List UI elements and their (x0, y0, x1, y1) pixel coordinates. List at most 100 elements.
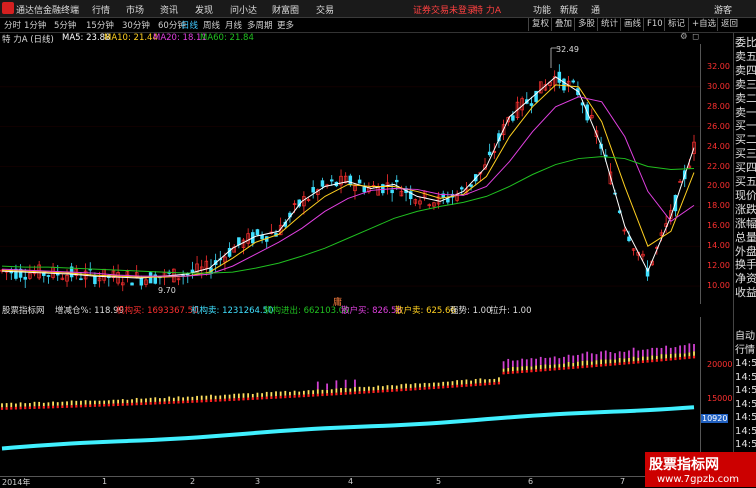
ma20-value: MA20: 18.11 (153, 33, 207, 43)
side-panel-field: 外盘 (735, 244, 756, 258)
indicator-sanhu-buy: 散户买: 826.58 (341, 306, 402, 316)
current-stock: 特 力A (474, 6, 502, 16)
period-monthly[interactable]: 月线 (225, 19, 242, 31)
menu-tong[interactable]: 通 (591, 3, 600, 16)
indicator-cyan-line (1, 405, 695, 451)
ma-line-ma20 (1, 96, 695, 277)
candle-body (23, 276, 27, 280)
period-weekly[interactable]: 周线 (203, 19, 220, 31)
candle-body (255, 229, 260, 236)
time-label-m1: 1 (102, 477, 108, 486)
indicator-qiangshi: 强势: 1.00 (450, 306, 492, 316)
time-label-m7: 7 (620, 477, 626, 486)
indicator-sanhu-sell: 散户卖: 625.66 (395, 306, 456, 316)
indicator-jigou-buy: 机构买: 1693367.50 (116, 306, 199, 316)
period-30min[interactable]: 30分钟 (122, 19, 150, 31)
indicator-name: 股票指标网 (2, 306, 45, 316)
candle-body (357, 179, 362, 184)
price-axis-label: 30.00 (707, 81, 730, 91)
menu-guest[interactable]: 游客 (714, 3, 732, 16)
btn-diejia[interactable]: 叠加 (551, 18, 575, 31)
side-panel-tick: 14:5 (735, 385, 756, 396)
candle-body (46, 275, 51, 277)
candle-body (487, 151, 492, 156)
candle-body (460, 187, 464, 190)
low-price-marker: 9.70 (158, 286, 176, 295)
price-axis-label: 14.00 (707, 241, 730, 251)
side-panel-field: 委比 (735, 36, 756, 49)
side-panel-field: 净资 (735, 272, 756, 286)
kline-chart[interactable] (0, 44, 706, 304)
candle-body (329, 179, 334, 182)
candle-body (79, 278, 83, 281)
price-axis-label: 22.00 (707, 161, 730, 171)
side-panel-tick: 14:5 (735, 439, 756, 450)
period-fenshi[interactable]: 分时 (4, 19, 21, 31)
menu-bar: 通达信金融终端 行情 市场 资讯 发现 问小达 财富圈 交易 证券交易未登录 特… (0, 0, 756, 18)
indicator-zengjiancang: 增减仓%: 118.99 (55, 306, 124, 316)
candle-body (362, 186, 367, 193)
btn-back[interactable]: 返回 (717, 18, 741, 31)
btn-fuquan[interactable]: 复权 (528, 18, 552, 31)
candle-body (571, 80, 575, 83)
side-panel-field: 换手 (735, 258, 756, 272)
menu-item-faxian[interactable]: 发现 (195, 3, 213, 16)
watermark-banner: 股票指标网 www.7gpzb.com (645, 452, 756, 487)
time-label-m5: 5 (436, 477, 442, 486)
btn-duogu[interactable]: 多股 (574, 18, 598, 31)
candle-body (237, 237, 241, 246)
side-panel-tick: 行情 (735, 344, 755, 356)
period-multi[interactable]: 多周期 (247, 19, 273, 31)
candle-body (395, 179, 399, 183)
menu-item-jiaoyi[interactable]: 交易 (316, 3, 334, 16)
time-label-year: 2014年 (2, 478, 31, 487)
period-more[interactable]: 更多 (277, 19, 294, 31)
candle-body (446, 198, 450, 203)
high-price-marker: 32.49 (556, 45, 579, 54)
side-panel-field: 买四 (735, 161, 756, 175)
period-1min[interactable]: 1分钟 (24, 19, 46, 31)
time-label-m2: 2 (190, 477, 196, 486)
side-panel-field: 总量 (735, 230, 756, 244)
candle-body (130, 282, 134, 286)
side-panel-tick: 14:5 (735, 398, 756, 410)
settings-gear-icon[interactable]: ⚙ (680, 32, 688, 42)
menu-item-zixun[interactable]: 资讯 (160, 3, 178, 16)
vol-current-badge: 10920 (701, 414, 729, 423)
menu-item-hangqing[interactable]: 行情 (92, 3, 110, 16)
price-axis-label: 18.00 (707, 201, 730, 211)
period-daily[interactable]: 日线 (181, 19, 198, 31)
maximize-icon[interactable]: ◻ (692, 32, 699, 42)
btn-biaoji[interactable]: 标记 (664, 18, 688, 31)
menu-item-wenxiaoda[interactable]: 问小达 (230, 3, 257, 16)
side-panel-field: 涨幅 (735, 216, 756, 230)
indicator-chart[interactable] (0, 317, 700, 475)
btn-zixuan[interactable]: +自选 (688, 18, 719, 31)
period-5min[interactable]: 5分钟 (54, 19, 76, 31)
btn-tongji[interactable]: 统计 (597, 18, 621, 31)
price-axis-label: 20.00 (707, 181, 730, 191)
side-panel-tick: 14:5 (735, 412, 756, 423)
price-axis-label: 10.00 (707, 281, 730, 291)
menu-item-caifuquan[interactable]: 财富圈 (272, 3, 299, 16)
side-panel-tick: 14:5 (735, 371, 756, 383)
btn-huaxian[interactable]: 画线 (620, 18, 644, 31)
candle-body (562, 78, 566, 91)
period-toolbar: 分时 1分钟 5分钟 15分钟 30分钟 60分钟 日线 周线 月线 多周期 更… (0, 18, 756, 33)
candle-body (320, 180, 325, 187)
candle-body (139, 277, 144, 286)
period-15min[interactable]: 15分钟 (86, 19, 114, 31)
time-axis: 2014年 1 2 3 4 5 6 7 (0, 476, 733, 488)
menu-function[interactable]: 功能 (533, 3, 551, 16)
side-panel-field: 买五 (735, 175, 756, 188)
side-panel-field: 卖二 (735, 91, 756, 105)
side-panel-field: 卖四 (735, 63, 756, 77)
menu-item-shichang[interactable]: 市场 (126, 3, 144, 16)
candle-body (511, 115, 515, 121)
login-alert[interactable]: 证券交易未登录 (413, 3, 476, 16)
app-logo-icon (2, 2, 14, 14)
btn-f10[interactable]: F10 (643, 18, 666, 31)
ma-line-ma60 (1, 156, 695, 274)
time-label-m3: 3 (255, 477, 261, 486)
menu-new-version[interactable]: 新版 (560, 3, 578, 16)
